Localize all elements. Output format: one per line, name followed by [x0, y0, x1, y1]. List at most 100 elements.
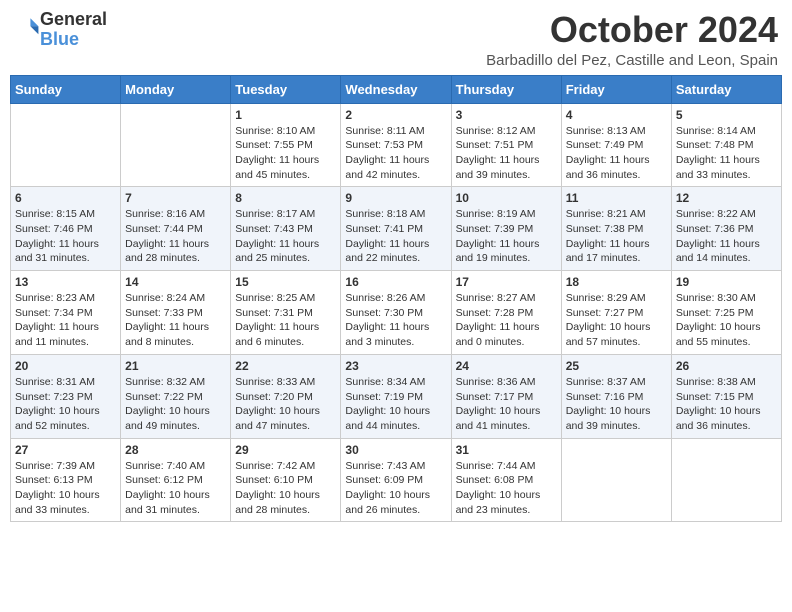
day-number: 25: [566, 359, 667, 373]
day-info: Sunrise: 8:34 AM Sunset: 7:19 PM Dayligh…: [345, 375, 446, 434]
day-info: Sunrise: 8:36 AM Sunset: 7:17 PM Dayligh…: [456, 375, 557, 434]
day-info: Sunrise: 7:39 AM Sunset: 6:13 PM Dayligh…: [15, 459, 116, 518]
day-number: 12: [676, 191, 777, 205]
day-info: Sunrise: 8:24 AM Sunset: 7:33 PM Dayligh…: [125, 291, 226, 350]
day-number: 21: [125, 359, 226, 373]
weekday-header-tuesday: Tuesday: [231, 75, 341, 103]
day-info: Sunrise: 8:25 AM Sunset: 7:31 PM Dayligh…: [235, 291, 336, 350]
calendar-cell: 12 Sunrise: 8:22 AM Sunset: 7:36 PM Dayli…: [671, 187, 781, 271]
month-title: October 2024: [486, 10, 778, 50]
calendar-week-5: 27Sunrise: 7:39 AM Sunset: 6:13 PM Dayli…: [11, 438, 782, 522]
day-info: Sunrise: 8:13 AM Sunset: 7:49 PM Dayligh…: [566, 124, 667, 183]
calendar-cell: 4Sunrise: 8:13 AM Sunset: 7:49 PM Daylig…: [561, 103, 671, 187]
calendar-cell: [561, 438, 671, 522]
calendar-cell: 6Sunrise: 8:15 AM Sunset: 7:46 PM Daylig…: [11, 187, 121, 271]
day-number: 6: [15, 191, 116, 205]
day-info: Sunrise: 7:43 AM Sunset: 6:09 PM Dayligh…: [345, 459, 446, 518]
day-info: Sunrise: 8:21 AM Sunset: 7:38 PM Dayligh…: [566, 207, 667, 266]
calendar-cell: 11 Sunrise: 8:21 AM Sunset: 7:38 PM Dayli…: [561, 187, 671, 271]
day-number: 14: [125, 275, 226, 289]
calendar-cell: 16 Sunrise: 8:26 AM Sunset: 7:30 PM Dayli…: [341, 271, 451, 355]
day-info: Sunrise: 8:32 AM Sunset: 7:22 PM Dayligh…: [125, 375, 226, 434]
title-block: October 2024 Barbadillo del Pez, Castill…: [486, 10, 778, 69]
calendar-cell: 2 Sunrise: 8:11 AM Sunset: 7:53 PM Daylig…: [341, 103, 451, 187]
day-number: 18: [566, 275, 667, 289]
day-number: 15: [235, 275, 336, 289]
calendar-cell: 7Sunrise: 8:16 AM Sunset: 7:44 PM Daylig…: [121, 187, 231, 271]
day-number: 30: [345, 443, 446, 457]
day-info: Sunrise: 8:18 AM Sunset: 7:41 PM Dayligh…: [345, 207, 446, 266]
calendar-cell: 20 Sunrise: 8:31 AM Sunset: 7:23 PM Dayli…: [11, 354, 121, 438]
calendar-cell: 26 Sunrise: 8:38 AM Sunset: 7:15 PM Dayli…: [671, 354, 781, 438]
page-header: General Blue October 2024 Barbadillo del…: [10, 10, 782, 69]
calendar-cell: 8 Sunrise: 8:17 AM Sunset: 7:43 PM Daylig…: [231, 187, 341, 271]
day-number: 16: [345, 275, 446, 289]
calendar-cell: 3 Sunrise: 8:12 AM Sunset: 7:51 PM Daylig…: [451, 103, 561, 187]
logo-text: General Blue: [40, 10, 107, 50]
weekday-header-sunday: Sunday: [11, 75, 121, 103]
calendar-cell: 19Sunrise: 8:30 AM Sunset: 7:25 PM Dayli…: [671, 271, 781, 355]
day-number: 11: [566, 191, 667, 205]
calendar-cell: [121, 103, 231, 187]
day-info: Sunrise: 8:38 AM Sunset: 7:15 PM Dayligh…: [676, 375, 777, 434]
day-info: Sunrise: 8:30 AM Sunset: 7:25 PM Dayligh…: [676, 291, 777, 350]
calendar-cell: 24Sunrise: 8:36 AM Sunset: 7:17 PM Dayli…: [451, 354, 561, 438]
day-number: 5: [676, 108, 777, 122]
day-info: Sunrise: 8:11 AM Sunset: 7:53 PM Dayligh…: [345, 124, 446, 183]
calendar-body: 1 Sunrise: 8:10 AM Sunset: 7:55 PM Daylig…: [11, 103, 782, 522]
day-number: 8: [235, 191, 336, 205]
location-subtitle: Barbadillo del Pez, Castille and Leon, S…: [486, 52, 778, 69]
day-number: 28: [125, 443, 226, 457]
calendar-cell: 10 Sunrise: 8:19 AM Sunset: 7:39 PM Dayli…: [451, 187, 561, 271]
calendar-week-3: 13 Sunrise: 8:23 AM Sunset: 7:34 PM Dayli…: [11, 271, 782, 355]
day-number: 1: [235, 108, 336, 122]
calendar-cell: 18 Sunrise: 8:29 AM Sunset: 7:27 PM Dayli…: [561, 271, 671, 355]
day-number: 2: [345, 108, 446, 122]
calendar-week-4: 20 Sunrise: 8:31 AM Sunset: 7:23 PM Dayli…: [11, 354, 782, 438]
day-number: 7: [125, 191, 226, 205]
day-info: Sunrise: 8:31 AM Sunset: 7:23 PM Dayligh…: [15, 375, 116, 434]
calendar-cell: 13 Sunrise: 8:23 AM Sunset: 7:34 PM Dayli…: [11, 271, 121, 355]
day-info: Sunrise: 8:12 AM Sunset: 7:51 PM Dayligh…: [456, 124, 557, 183]
day-info: Sunrise: 7:44 AM Sunset: 6:08 PM Dayligh…: [456, 459, 557, 518]
calendar-cell: [671, 438, 781, 522]
day-number: 23: [345, 359, 446, 373]
day-number: 13: [15, 275, 116, 289]
day-number: 29: [235, 443, 336, 457]
day-info: Sunrise: 7:42 AM Sunset: 6:10 PM Dayligh…: [235, 459, 336, 518]
day-number: 9: [345, 191, 446, 205]
calendar-cell: 5 Sunrise: 8:14 AM Sunset: 7:48 PM Daylig…: [671, 103, 781, 187]
day-info: Sunrise: 8:23 AM Sunset: 7:34 PM Dayligh…: [15, 291, 116, 350]
day-number: 3: [456, 108, 557, 122]
day-number: 20: [15, 359, 116, 373]
weekday-header-thursday: Thursday: [451, 75, 561, 103]
day-info: Sunrise: 8:27 AM Sunset: 7:28 PM Dayligh…: [456, 291, 557, 350]
calendar-cell: 17Sunrise: 8:27 AM Sunset: 7:28 PM Dayli…: [451, 271, 561, 355]
day-info: Sunrise: 8:19 AM Sunset: 7:39 PM Dayligh…: [456, 207, 557, 266]
day-info: Sunrise: 7:40 AM Sunset: 6:12 PM Dayligh…: [125, 459, 226, 518]
calendar-cell: 31Sunrise: 7:44 AM Sunset: 6:08 PM Dayli…: [451, 438, 561, 522]
day-info: Sunrise: 8:10 AM Sunset: 7:55 PM Dayligh…: [235, 124, 336, 183]
day-info: Sunrise: 8:37 AM Sunset: 7:16 PM Dayligh…: [566, 375, 667, 434]
calendar-week-1: 1 Sunrise: 8:10 AM Sunset: 7:55 PM Daylig…: [11, 103, 782, 187]
calendar-cell: 14 Sunrise: 8:24 AM Sunset: 7:33 PM Dayli…: [121, 271, 231, 355]
day-info: Sunrise: 8:17 AM Sunset: 7:43 PM Dayligh…: [235, 207, 336, 266]
day-number: 26: [676, 359, 777, 373]
day-number: 10: [456, 191, 557, 205]
calendar-week-2: 6Sunrise: 8:15 AM Sunset: 7:46 PM Daylig…: [11, 187, 782, 271]
logo-icon: [16, 15, 40, 39]
calendar-cell: 28 Sunrise: 7:40 AM Sunset: 6:12 PM Dayli…: [121, 438, 231, 522]
calendar-cell: [11, 103, 121, 187]
day-info: Sunrise: 8:26 AM Sunset: 7:30 PM Dayligh…: [345, 291, 446, 350]
day-info: Sunrise: 8:33 AM Sunset: 7:20 PM Dayligh…: [235, 375, 336, 434]
calendar-cell: 29 Sunrise: 7:42 AM Sunset: 6:10 PM Dayli…: [231, 438, 341, 522]
day-info: Sunrise: 8:14 AM Sunset: 7:48 PM Dayligh…: [676, 124, 777, 183]
calendar-cell: 21 Sunrise: 8:32 AM Sunset: 7:22 PM Dayli…: [121, 354, 231, 438]
calendar-cell: 22Sunrise: 8:33 AM Sunset: 7:20 PM Dayli…: [231, 354, 341, 438]
calendar-cell: 27Sunrise: 7:39 AM Sunset: 6:13 PM Dayli…: [11, 438, 121, 522]
weekday-header-monday: Monday: [121, 75, 231, 103]
day-info: Sunrise: 8:22 AM Sunset: 7:36 PM Dayligh…: [676, 207, 777, 266]
day-info: Sunrise: 8:29 AM Sunset: 7:27 PM Dayligh…: [566, 291, 667, 350]
calendar-cell: 9 Sunrise: 8:18 AM Sunset: 7:41 PM Daylig…: [341, 187, 451, 271]
calendar-cell: 30 Sunrise: 7:43 AM Sunset: 6:09 PM Dayli…: [341, 438, 451, 522]
